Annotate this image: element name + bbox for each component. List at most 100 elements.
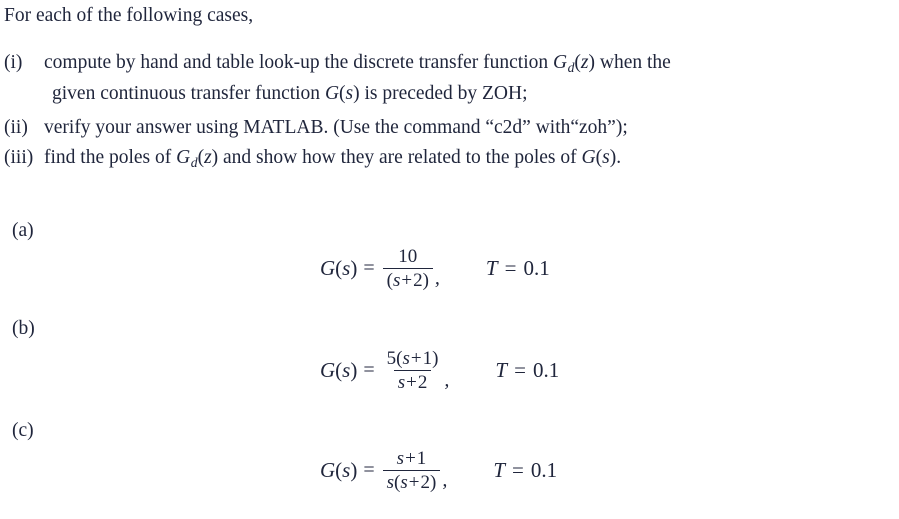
- math-arg-s: s: [342, 358, 351, 383]
- math-fn-g: G: [176, 146, 191, 168]
- period-value: 0.1: [532, 358, 560, 383]
- math-arg-z: z: [580, 52, 589, 73]
- intro-sentence: For each of the following cases,: [4, 5, 254, 26]
- equation-case-c: G(s) = s+1 s(s+2) , T = 0.1: [320, 448, 557, 494]
- math-arg-s: s: [602, 146, 610, 168]
- equation-case-a: G(s) = 10 (s+2) , T = 0.1: [320, 246, 550, 292]
- equals-sign: =: [363, 257, 375, 280]
- num-number: 1: [422, 348, 433, 369]
- equals-sign: =: [363, 359, 375, 382]
- period-value: 0.1: [523, 256, 550, 281]
- den-var-s: s: [397, 372, 406, 394]
- den-paren-close: ): [430, 472, 437, 494]
- den-number: 2: [413, 270, 423, 292]
- fraction-b: 5(s+1) s+2: [383, 348, 443, 394]
- den-number: 2: [420, 472, 431, 494]
- instruction-item-i: (i) compute by hand and table look-up th…: [4, 50, 899, 107]
- instruction-body-i: compute by hand and table look-up the di…: [44, 50, 899, 107]
- equation-c-comma: ,: [442, 468, 448, 491]
- fraction-c-denominator: s(s+2): [382, 470, 441, 494]
- math-paren-open: (: [335, 458, 343, 483]
- instruction-iii-text-after: .: [616, 146, 622, 168]
- instruction-i-line2-before: given continuous transfer function: [52, 82, 325, 104]
- instruction-body-ii: verify your answer using MATLAB. (Use th…: [44, 116, 628, 138]
- math-fn-g: G: [324, 82, 340, 104]
- den-number: 2: [417, 372, 428, 394]
- math-fn-g: G: [320, 458, 336, 483]
- instruction-item-ii: (ii) verify your answer using MATLAB. (U…: [4, 115, 899, 141]
- equals-sign: =: [504, 256, 517, 281]
- num-var-s: s: [396, 448, 405, 469]
- math-gd-z-inline-1: Gd(z): [553, 52, 595, 75]
- num-coefficient: 5: [386, 348, 397, 369]
- instruction-list: (i) compute by hand and table look-up th…: [4, 50, 899, 180]
- period-symbol: T: [485, 256, 498, 281]
- instruction-i-text-after: when the: [595, 52, 671, 73]
- case-label-c: (c): [12, 420, 34, 441]
- fraction-a-denominator: (s+2): [382, 268, 433, 292]
- num-var-s: s: [402, 348, 410, 369]
- math-g-s-inline-1: G(s): [325, 83, 360, 104]
- equals-sign: =: [512, 458, 524, 483]
- period-symbol: T: [493, 458, 506, 483]
- den-operator: +: [408, 472, 420, 494]
- math-arg-s: s: [342, 256, 351, 281]
- den-var-s: s: [400, 472, 408, 494]
- math-paren-close: ): [350, 358, 358, 383]
- instruction-i-text-before: compute by hand and table look-up the di…: [44, 52, 553, 73]
- math-paren-open: (: [335, 358, 343, 383]
- period-value: 0.1: [530, 458, 558, 483]
- math-g-s-inline-2: G(s): [582, 147, 617, 168]
- instruction-body-iii: find the poles of Gd(z) and show how the…: [44, 145, 899, 176]
- sampling-period-c: T = 0.1: [493, 458, 557, 483]
- den-outer-var-s: s: [386, 472, 395, 494]
- instruction-iii-text-middle: and show how they are related to the pol…: [218, 146, 582, 168]
- equation-case-b: G(s) = 5(s+1) s+2 , T = 0.1: [320, 348, 559, 394]
- equation-c-lhs: G(s): [320, 458, 357, 483]
- math-arg-z: z: [204, 146, 212, 168]
- fraction-c: s+1 s(s+2): [382, 448, 441, 494]
- math-arg-s: s: [345, 82, 354, 104]
- math-paren-close: ): [350, 256, 358, 281]
- instruction-i-line2: given continuous transfer function G(s) …: [44, 81, 899, 107]
- fraction-b-numerator: 5(s+1): [383, 348, 443, 370]
- case-label-a: (a): [12, 220, 34, 241]
- numerator-value: 10: [398, 246, 418, 267]
- math-fn-g: G: [553, 52, 568, 73]
- equation-a-comma: ,: [434, 266, 440, 289]
- sampling-period-b: T = 0.1: [495, 358, 559, 383]
- equation-a-lhs: G(s): [320, 256, 357, 281]
- fraction-a: 10 (s+2): [382, 246, 433, 292]
- num-number: 1: [416, 448, 427, 469]
- equation-b-comma: ,: [444, 368, 450, 391]
- equals-sign: =: [363, 459, 375, 482]
- instruction-marker-i: (i): [4, 52, 23, 73]
- num-paren-close: ): [432, 348, 439, 369]
- instruction-i-line2-after: is preceded by ZOH;: [359, 82, 528, 104]
- fraction-c-numerator: s+1: [393, 448, 431, 470]
- fraction-a-numerator: 10: [394, 246, 421, 268]
- instruction-item-iii: (iii) find the poles of Gd(z) and show h…: [4, 145, 899, 176]
- math-fn-g: G: [581, 146, 596, 168]
- document-page: For each of the following cases, (i) com…: [0, 0, 899, 519]
- math-paren-close: ): [350, 458, 358, 483]
- case-label-b: (b): [12, 318, 35, 339]
- instruction-marker-ii: (ii): [4, 116, 28, 138]
- fraction-b-denominator: s+2: [393, 370, 432, 394]
- math-sub-d: d: [190, 154, 198, 170]
- math-fn-g: G: [320, 256, 336, 281]
- math-gd-z-inline-2: Gd(z): [176, 146, 218, 170]
- num-operator: +: [410, 348, 422, 369]
- period-symbol: T: [495, 358, 508, 383]
- math-arg-s: s: [342, 458, 351, 483]
- math-paren-open: (: [335, 256, 343, 281]
- den-operator: +: [401, 270, 413, 292]
- den-operator: +: [406, 372, 417, 394]
- equals-sign: =: [514, 358, 526, 383]
- instruction-marker-iii: (iii): [4, 146, 34, 168]
- equation-b-lhs: G(s): [320, 358, 357, 383]
- num-operator: +: [405, 448, 416, 469]
- math-fn-g: G: [320, 358, 336, 383]
- instruction-iii-text-before: find the poles of: [44, 146, 177, 168]
- den-paren-close: ): [422, 270, 429, 292]
